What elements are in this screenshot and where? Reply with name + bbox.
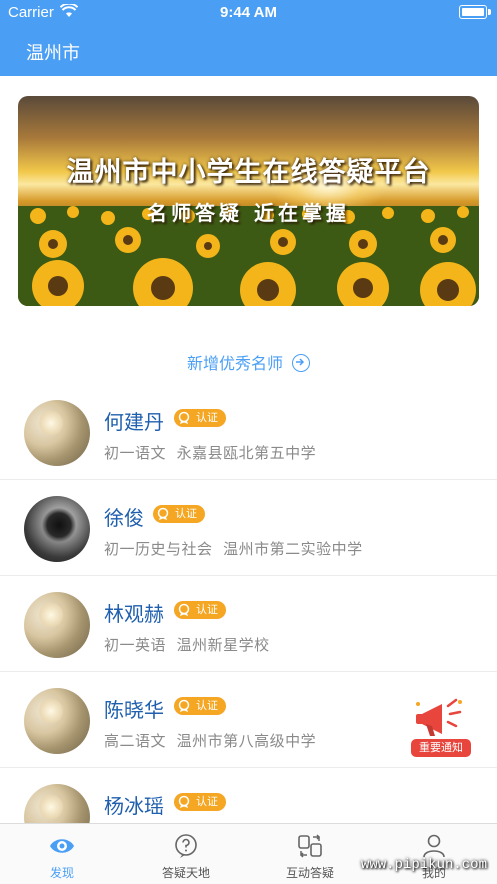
promo-banner[interactable]: 温州市中小学生在线答疑平台 名师答疑 近在掌握 <box>18 96 479 306</box>
medal-icon <box>178 411 190 424</box>
clock-time: 9:44 AM <box>220 4 277 21</box>
teacher-row[interactable]: 林观赫 认证 初一英语 温州新星学校 <box>0 576 497 672</box>
teacher-name: 何建丹 <box>104 410 164 434</box>
tab-bar: 发现 答疑天地 互动答疑 我的 <box>0 823 497 884</box>
teacher-desc: 初一历史与社会 温州市第二实验中学 <box>104 540 363 558</box>
banner-subtitle: 名师答疑 近在掌握 <box>147 201 350 225</box>
question-icon <box>175 834 197 858</box>
teacher-name: 林观赫 <box>104 602 164 626</box>
tab-discover[interactable]: 发现 <box>0 824 124 884</box>
tab-interactive-qa[interactable]: 互动答疑 <box>248 824 372 884</box>
teacher-desc: 初一语文 永嘉县瓯北第五中学 <box>104 444 317 462</box>
teacher-name: 徐俊 <box>104 506 144 530</box>
certified-badge: 认证 <box>174 793 226 811</box>
certified-badge: 认证 <box>153 505 205 523</box>
medal-icon <box>178 699 190 712</box>
new-teachers-link[interactable]: 新增优秀名师 <box>0 350 497 374</box>
megaphone-icon <box>416 698 462 736</box>
nav-bar: 温州市 <box>0 26 497 76</box>
teacher-name: 杨冰瑶 <box>104 794 164 818</box>
notice-label: 重要通知 <box>410 738 472 758</box>
battery-icon <box>459 5 491 19</box>
user-icon <box>423 834 445 858</box>
medal-icon <box>178 795 190 808</box>
teacher-desc: 初一英语 温州新星学校 <box>104 636 270 654</box>
certified-badge: 认证 <box>174 697 226 715</box>
banner-title: 温州市中小学生在线答疑平台 <box>66 157 431 188</box>
teacher-desc: 高二语文 温州市第八高级中学 <box>104 732 317 750</box>
city-selector[interactable]: 温州市 <box>26 39 80 65</box>
important-notice-button[interactable]: 重要通知 <box>408 694 472 762</box>
tab-qa-world[interactable]: 答疑天地 <box>124 824 248 884</box>
avatar <box>24 688 90 754</box>
teacher-row[interactable]: 何建丹 认证 初一语文 永嘉县瓯北第五中学 <box>0 384 497 480</box>
certified-badge: 认证 <box>174 409 226 427</box>
status-bar: Carrier 9:44 AM <box>0 0 497 26</box>
avatar <box>24 496 90 562</box>
tab-label: 互动答疑 <box>285 866 334 880</box>
teacher-name: 陈晓华 <box>104 698 164 722</box>
medal-icon <box>157 507 169 520</box>
arrow-right-circle-icon <box>292 354 311 372</box>
tab-label: 发现 <box>49 866 74 880</box>
eye-icon <box>50 839 74 853</box>
teacher-list: 何建丹 认证 初一语文 永嘉县瓯北第五中学 徐俊 认证 初一历史与社会 温州市第… <box>0 384 497 864</box>
avatar <box>24 592 90 658</box>
tab-mine[interactable]: 我的 <box>372 824 496 884</box>
exchange-icon <box>298 834 322 858</box>
teacher-row[interactable]: 徐俊 认证 初一历史与社会 温州市第二实验中学 <box>0 480 497 576</box>
tab-label: 答疑天地 <box>161 866 210 880</box>
medal-icon <box>178 603 190 616</box>
certified-badge: 认证 <box>174 601 226 619</box>
watermark-text: www.pipikun.com <box>360 857 487 873</box>
new-teachers-label: 新增优秀名师 <box>186 354 283 373</box>
avatar <box>24 400 90 466</box>
